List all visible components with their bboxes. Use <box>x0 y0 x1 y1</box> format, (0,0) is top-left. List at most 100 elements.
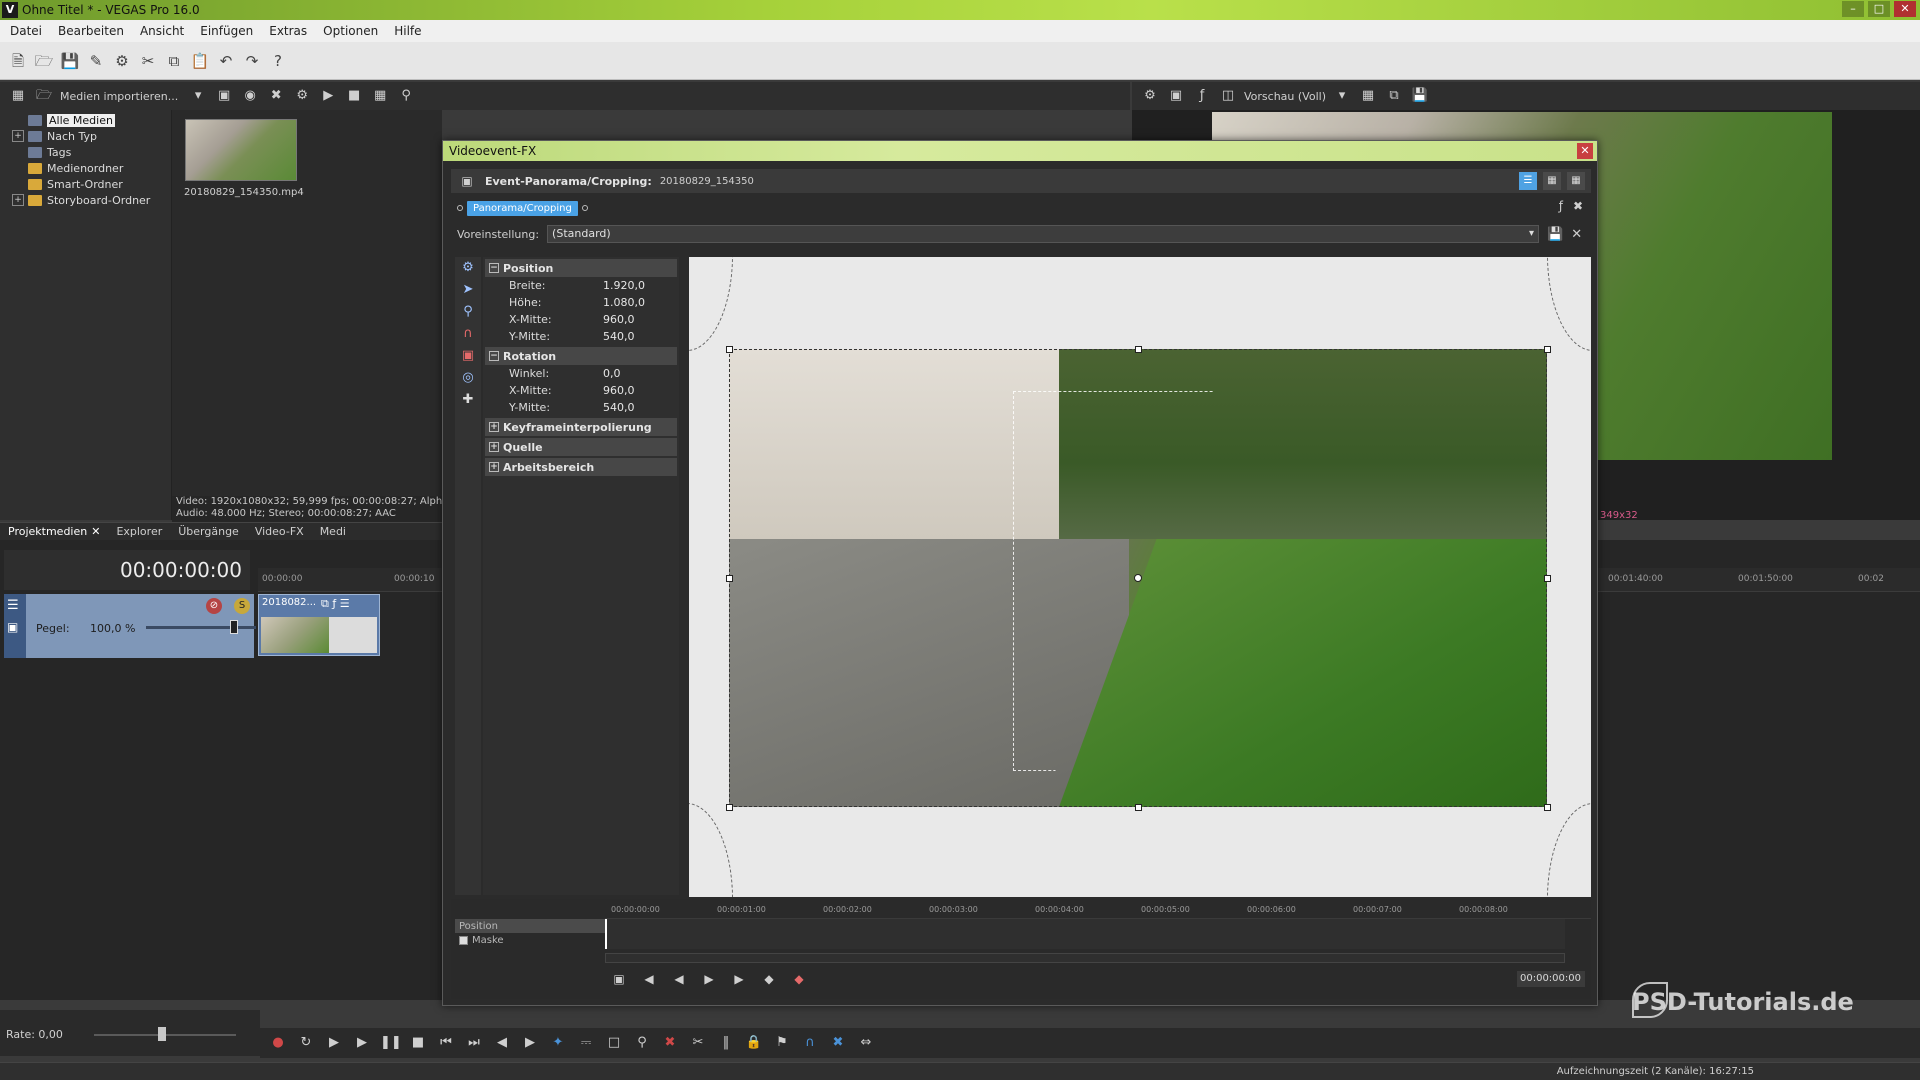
crop-handle-left[interactable] <box>726 575 733 582</box>
media-view-icon[interactable]: ▦ <box>8 86 28 106</box>
settings-icon[interactable]: ⚙ <box>112 51 132 71</box>
paste-icon[interactable]: 📋 <box>190 51 210 71</box>
save-icon[interactable]: 💾 <box>1410 86 1430 106</box>
lock-icon[interactable]: 🔒 <box>744 1033 764 1053</box>
crop-center-handle[interactable] <box>1134 574 1142 582</box>
play-icon[interactable]: ▶ <box>318 86 338 106</box>
scale-center-icon[interactable]: ◎ <box>455 367 481 389</box>
expand-icon[interactable]: + <box>489 422 499 432</box>
selection-tool-icon[interactable]: □ <box>604 1033 624 1053</box>
tab-projektmedien[interactable]: Projektmedien ✕ <box>8 525 100 538</box>
prop-row-y-mitte[interactable]: Y-Mitte: 540,0 <box>483 328 679 345</box>
prop-row-winkel[interactable]: Winkel: 0,0 <box>483 365 679 382</box>
go-to-start-icon[interactable]: ⏮ <box>436 1033 456 1053</box>
crop-handle-bottom-left[interactable] <box>726 804 733 811</box>
pause-icon[interactable]: ❚❚ <box>380 1033 402 1053</box>
delete-keyframe-icon[interactable]: ◆ <box>789 969 809 989</box>
section-keyframeinterpolierung[interactable]: + Keyframeinterpolierung <box>485 418 677 436</box>
expand-icon[interactable]: + <box>489 442 499 452</box>
edit-tool-icon[interactable]: ✦ <box>548 1033 568 1053</box>
auto-ripple-icon[interactable]: ✖ <box>828 1033 848 1053</box>
media-thumbnail[interactable] <box>185 119 297 181</box>
fx-plugin-icon[interactable]: ƒ <box>1559 199 1563 213</box>
last-keyframe-icon[interactable]: ▶ <box>729 969 749 989</box>
grid-icon[interactable]: ▦ <box>1358 86 1378 106</box>
render-icon[interactable]: ✎ <box>86 51 106 71</box>
kf-label-position[interactable]: Position <box>455 919 605 933</box>
section-arbeitsbereich[interactable]: + Arbeitsbereich <box>485 458 677 476</box>
new-file-icon[interactable]: 🗎 <box>8 51 28 71</box>
tab-medi[interactable]: Medi <box>320 525 346 538</box>
lock-aspect-icon[interactable]: ▣ <box>455 345 481 367</box>
view-list-icon[interactable]: ☰ <box>1519 172 1537 190</box>
remove-icon[interactable]: ✖ <box>266 86 286 106</box>
maximize-button[interactable]: □ <box>1868 1 1890 17</box>
video-event-clip[interactable]: 2018082... ⧉ ƒ ☰ <box>258 594 380 656</box>
expand-icon[interactable]: + <box>12 194 24 206</box>
tree-item-smart-ordner[interactable]: Smart-Ordner <box>0 176 171 192</box>
tree-item-storyboard-ordner[interactable]: + Storyboard-Ordner <box>0 192 171 208</box>
settings-icon[interactable]: ⚙ <box>455 257 481 279</box>
dialog-close-button[interactable]: ✕ <box>1577 143 1593 159</box>
tree-item-nach-typ[interactable]: + Nach Typ <box>0 128 171 144</box>
section-quelle[interactable]: + Quelle <box>485 438 677 456</box>
settings-icon[interactable]: ⚙ <box>1140 86 1160 106</box>
save-icon[interactable]: 💾 <box>60 51 80 71</box>
capture-icon[interactable]: ▣ <box>214 86 234 106</box>
prop-row-rot-x-mitte[interactable]: X-Mitte: 960,0 <box>483 382 679 399</box>
prev-frame-icon[interactable]: ◀ <box>492 1033 512 1053</box>
save-preset-icon[interactable]: 💾 <box>1547 227 1563 242</box>
search-icon[interactable]: ⚲ <box>396 86 416 106</box>
track-header[interactable]: ☰ ▣ ⊘ S Pegel: 100,0 % <box>4 594 256 658</box>
menu-datei[interactable]: Datei <box>4 22 48 40</box>
add-keyframe-icon[interactable]: ◆ <box>759 969 779 989</box>
copy-icon[interactable]: ⧉ <box>1384 86 1404 106</box>
crop-handle-bottom[interactable] <box>1135 804 1142 811</box>
loop-icon[interactable]: ↻ <box>296 1033 316 1053</box>
cut-icon[interactable]: ✂ <box>138 51 158 71</box>
fx-remove-icon[interactable]: ✖ <box>1573 199 1583 213</box>
envelope-tool-icon[interactable]: ⎓ <box>576 1033 596 1053</box>
pointer-icon[interactable]: ➤ <box>455 279 481 301</box>
delete-icon[interactable]: ✖ <box>660 1033 680 1053</box>
chevron-down-icon[interactable]: ▾ <box>188 86 208 106</box>
open-folder-icon[interactable]: 🗁 <box>34 51 54 71</box>
crop-handle-top-right[interactable] <box>1544 346 1551 353</box>
media-import-dropdown[interactable]: Medien importieren... <box>60 90 178 103</box>
keyframe-track[interactable] <box>605 919 1565 949</box>
pegel-slider-knob[interactable] <box>230 620 238 634</box>
crop-handle-right[interactable] <box>1544 575 1551 582</box>
minimize-button[interactable]: – <box>1842 1 1864 17</box>
solo-button[interactable]: S <box>234 598 250 614</box>
pegel-slider[interactable] <box>146 626 256 629</box>
tree-item-alle-medien[interactable]: Alle Medien <box>0 112 171 128</box>
tab-video-fx[interactable]: Video-FX <box>255 525 304 538</box>
close-button[interactable]: ✕ <box>1894 1 1916 17</box>
menu-icon[interactable]: ☰ <box>7 598 19 613</box>
view-tiles-icon[interactable]: ▦ <box>1567 172 1585 190</box>
crop-canvas[interactable] <box>689 257 1591 897</box>
stop-icon[interactable]: ■ <box>344 86 364 106</box>
prop-row-hoehe[interactable]: Höhe: 1.080,0 <box>483 294 679 311</box>
crop-handle-bottom-right[interactable] <box>1544 804 1551 811</box>
collapse-icon[interactable]: − <box>489 351 499 361</box>
properties-icon[interactable]: ⚙ <box>292 86 312 106</box>
next-keyframe-icon[interactable]: ▶ <box>699 969 719 989</box>
undo-icon[interactable]: ↶ <box>216 51 236 71</box>
prop-row-x-mitte[interactable]: X-Mitte: 960,0 <box>483 311 679 328</box>
section-position[interactable]: − Position <box>485 259 677 277</box>
snap-icon[interactable]: ∩ <box>800 1033 820 1053</box>
record-icon[interactable]: ● <box>268 1033 288 1053</box>
tab-explorer[interactable]: Explorer <box>116 525 162 538</box>
crop-handle-top[interactable] <box>1135 346 1142 353</box>
crop-icon[interactable]: ⧉ ƒ ☰ <box>321 597 350 611</box>
trim-icon[interactable]: ✂ <box>688 1033 708 1053</box>
grid-icon[interactable]: ▦ <box>370 86 390 106</box>
magnet-icon[interactable]: ∩ <box>455 323 481 345</box>
burn-icon[interactable]: ◉ <box>240 86 260 106</box>
menu-ansicht[interactable]: Ansicht <box>134 22 190 40</box>
media-import-icon[interactable]: 🗁 <box>34 86 54 106</box>
fx-chip-panorama-cropping[interactable]: Panorama/Cropping <box>467 200 578 216</box>
marker-icon[interactable]: ⚑ <box>772 1033 792 1053</box>
keyframe-ruler[interactable]: 00:00:00:00 00:00:01:00 00:00:02:00 00:0… <box>605 901 1591 919</box>
